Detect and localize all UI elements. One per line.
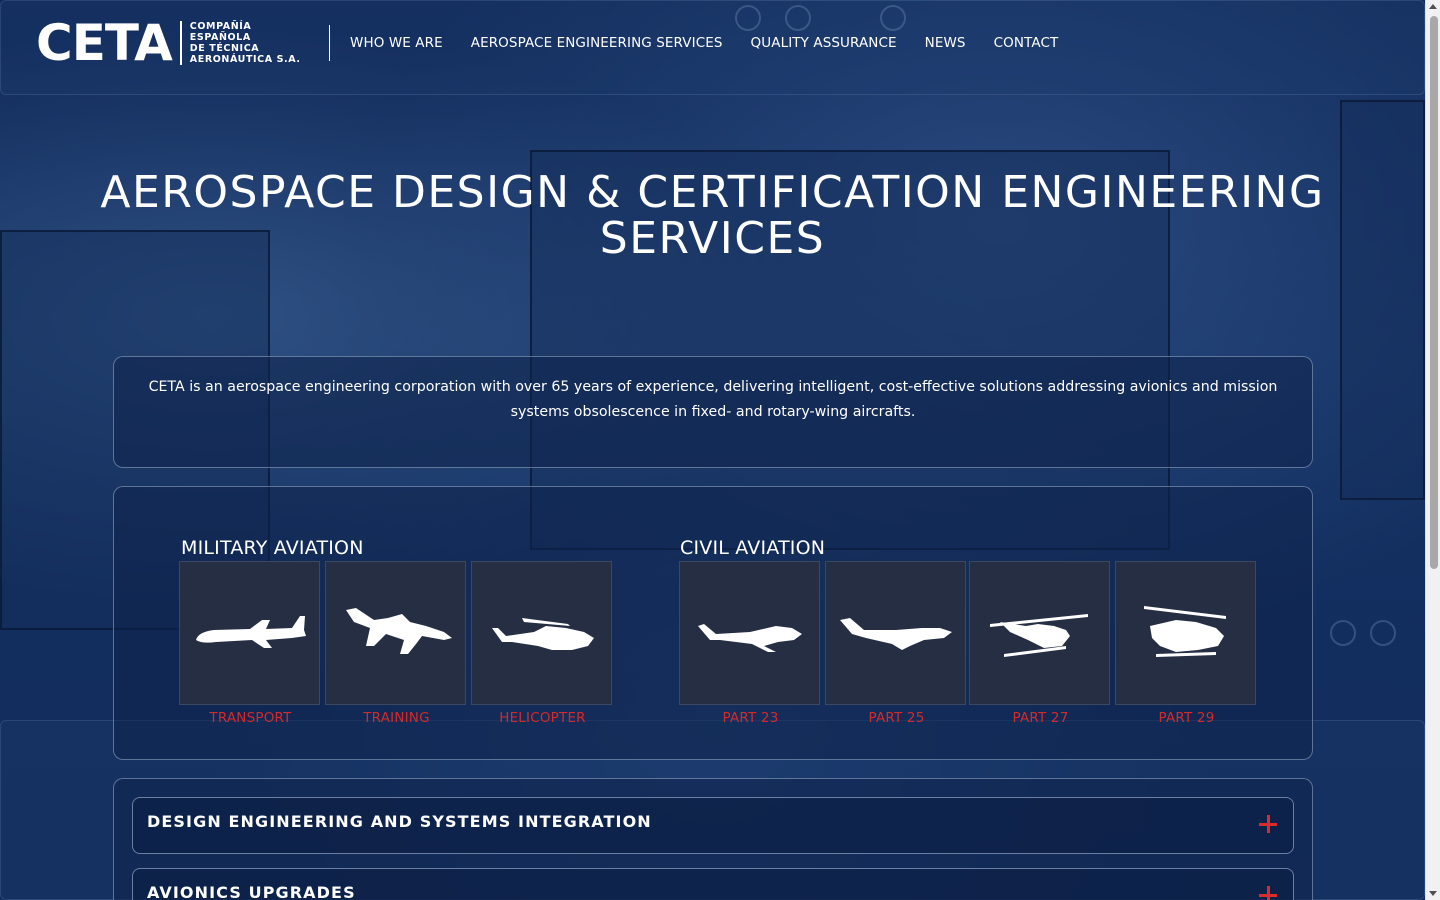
business-jet-icon (840, 618, 952, 650)
military-aviation-title: MILITARY AVIATION (181, 537, 364, 559)
tile-transport-label: TRANSPORT (209, 710, 292, 726)
logo-line: COMPAÑÍA (189, 21, 252, 32)
nav-news[interactable]: NEWS (925, 34, 966, 52)
tile-part-25[interactable]: PART 25 (825, 561, 966, 726)
logo-line: AERONÁUTICA S.A. (189, 54, 301, 65)
bg-display-right (1340, 100, 1425, 500)
accordion-title: DESIGN ENGINEERING AND SYSTEMS INTEGRATI… (147, 812, 652, 831)
logo-mark: CETA (36, 14, 173, 72)
page-title: AEROSPACE DESIGN & CERTIFICATION ENGINEE… (0, 170, 1425, 262)
nav-quality-assurance[interactable]: QUALITY ASSURANCE (751, 34, 897, 52)
tile-helicopter-label: HELICOPTER (499, 710, 586, 726)
tile-helicopter[interactable]: HELICOPTER (471, 561, 612, 726)
tile-part-23-label: PART 23 (722, 710, 779, 726)
training-jet-icon (346, 608, 452, 654)
tile-training-label: TRAINING (363, 710, 430, 726)
aviation-categories: MILITARY AVIATION CIVIL AVIATION TRANSPO… (113, 486, 1313, 760)
plus-icon[interactable] (1259, 886, 1277, 900)
light-aircraft-icon (698, 624, 802, 652)
tile-part-29-label: PART 29 (1158, 710, 1215, 726)
accordion-item-design-engineering[interactable]: DESIGN ENGINEERING AND SYSTEMS INTEGRATI… (132, 797, 1294, 854)
intro-text: CETA is an aerospace engineering corpora… (148, 379, 1278, 420)
page-title-line2: SERVICES (599, 213, 826, 264)
scrollbar-thumb[interactable] (1430, 16, 1438, 569)
page-title-line1: AEROSPACE DESIGN & CERTIFICATION ENGINEE… (100, 167, 1325, 218)
intro-box: CETA is an aerospace engineering corpora… (113, 356, 1313, 468)
bg-knob (1370, 620, 1396, 646)
logo-line: ESPAÑOLA (189, 32, 251, 43)
attack-helicopter-icon (492, 618, 594, 650)
ceta-logo[interactable]: CETA COMPAÑÍA ESPAÑOLA DE TÉCNICA AERONÁ… (36, 14, 301, 72)
logo-company-name: COMPAÑÍA ESPAÑOLA DE TÉCNICA AERONÁUTICA… (190, 21, 301, 65)
tile-part-23[interactable]: PART 23 (679, 561, 820, 726)
logo-line: DE TÉCNICA (189, 43, 260, 54)
tile-part-27-label: PART 27 (1012, 710, 1069, 726)
tile-part-25-label: PART 25 (868, 710, 925, 726)
tile-part-29[interactable]: PART 29 (1115, 561, 1256, 726)
bg-knob (1330, 620, 1356, 646)
tile-part-27[interactable]: PART 27 (969, 561, 1110, 726)
transport-plane-icon (196, 616, 306, 648)
heavy-helicopter-icon (1144, 606, 1226, 657)
accordion-item-avionics-upgrades[interactable]: AVIONICS UPGRADES (132, 868, 1294, 900)
nav-aerospace-engineering-services[interactable]: AEROSPACE ENGINEERING SERVICES (471, 34, 723, 52)
services-accordion: DESIGN ENGINEERING AND SYSTEMS INTEGRATI… (113, 778, 1313, 900)
civil-aviation-title: CIVIL AVIATION (680, 537, 826, 559)
scroll-up-arrow-icon[interactable] (1429, 4, 1437, 9)
nav-contact[interactable]: CONTACT (994, 34, 1059, 52)
scroll-down-arrow-icon[interactable] (1429, 891, 1437, 896)
nav-divider (329, 25, 330, 61)
accordion-title: AVIONICS UPGRADES (147, 883, 356, 900)
plus-icon[interactable] (1259, 815, 1277, 833)
logo-divider (179, 21, 182, 65)
tile-transport[interactable]: TRANSPORT (179, 561, 320, 726)
site-header: CETA COMPAÑÍA ESPAÑOLA DE TÉCNICA AERONÁ… (0, 0, 1425, 86)
light-helicopter-icon (990, 614, 1088, 657)
page-scrollbar[interactable] (1425, 0, 1440, 900)
main-nav: WHO WE ARE AEROSPACE ENGINEERING SERVICE… (350, 34, 1058, 52)
nav-who-we-are[interactable]: WHO WE ARE (350, 34, 443, 52)
tile-training[interactable]: TRAINING (325, 561, 466, 726)
